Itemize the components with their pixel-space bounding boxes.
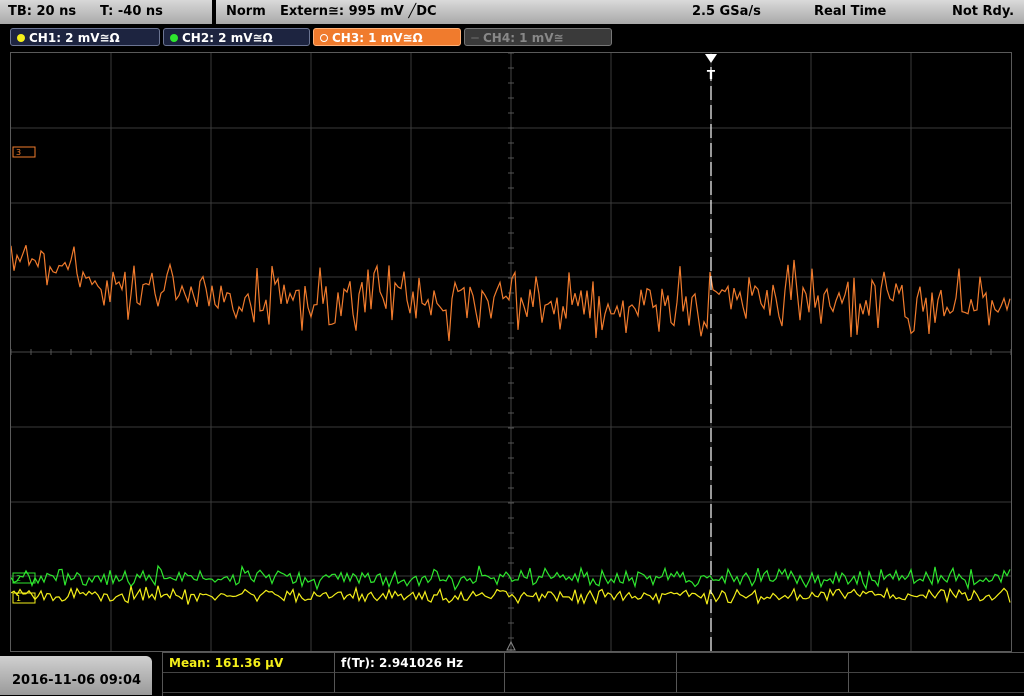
ch4-label: CH4: 1 mV≅ [483, 31, 564, 45]
sample-rate[interactable]: 2.5 GSa/s [692, 4, 761, 19]
acquisition-mode[interactable]: Real Time [814, 4, 886, 19]
timebase-readout[interactable]: TB: 20 ns [8, 4, 76, 19]
trigger-mode[interactable]: Norm [226, 4, 266, 19]
freq-measurement[interactable]: f(Tr): 2.941026 Hz [335, 653, 505, 673]
measurement-slot-9[interactable] [677, 673, 849, 693]
svg-text:1: 1 [16, 594, 21, 603]
channel-tab-ch3[interactable]: CH3: 1 mV≅Ω [313, 28, 461, 46]
ch1-label: CH1: 2 mV≅Ω [29, 31, 120, 45]
run-state[interactable]: Not Rdy. [952, 4, 1014, 19]
ch3-indicator-icon [320, 34, 328, 42]
measurement-slot-5[interactable] [849, 653, 1024, 673]
status-main-panel: Norm Extern≅: 995 mV ╱DC 2.5 GSa/s Real … [216, 0, 1024, 24]
measurement-slot-7[interactable] [335, 673, 505, 693]
channel-tab-ch4[interactable]: CH4: 1 mV≅ [464, 28, 612, 46]
waveform-svg: 3 2 1 T [11, 53, 1011, 651]
ch4-indicator-icon [471, 37, 479, 39]
status-left-panel[interactable]: TB: 20 ns T: -40 ns [0, 0, 212, 24]
trigger-marker-icon[interactable] [705, 54, 717, 63]
measurement-slot-4[interactable] [677, 653, 849, 673]
ch1-indicator-icon [17, 34, 25, 42]
trigger-marker-label: T [707, 68, 716, 82]
ch3-label: CH3: 1 mV≅Ω [332, 31, 423, 45]
trigger-offset-readout[interactable]: T: -40 ns [100, 4, 163, 19]
channel-tab-ch1[interactable]: CH1: 2 mV≅Ω [10, 28, 160, 46]
datetime-label: 2016-11-06 09:04 [12, 673, 142, 688]
measurement-slot-10[interactable] [849, 673, 1024, 693]
measurement-slot-3[interactable] [505, 653, 677, 673]
channel-tab-ch2[interactable]: CH2: 2 mV≅Ω [163, 28, 310, 46]
trigger-source[interactable]: Extern≅: 995 mV ╱DC [280, 4, 437, 19]
measurement-slot-8[interactable] [505, 673, 677, 693]
waveform-display[interactable]: 3 2 1 T [10, 52, 1012, 652]
grid [11, 53, 1011, 651]
datetime-panel: 2016-11-06 09:04 [0, 656, 152, 695]
ch2-indicator-icon [170, 34, 178, 42]
ch2-label: CH2: 2 mV≅Ω [182, 31, 273, 45]
mean-measurement[interactable]: Mean: 161.36 µV [163, 653, 335, 673]
svg-text:3: 3 [16, 148, 21, 157]
svg-text:2: 2 [16, 574, 21, 583]
measurement-slot-6[interactable] [163, 673, 335, 693]
ch3-offset-marker[interactable]: 3 [12, 146, 36, 158]
measurement-panel[interactable]: Mean: 161.36 µV f(Tr): 2.941026 Hz [162, 652, 1024, 696]
